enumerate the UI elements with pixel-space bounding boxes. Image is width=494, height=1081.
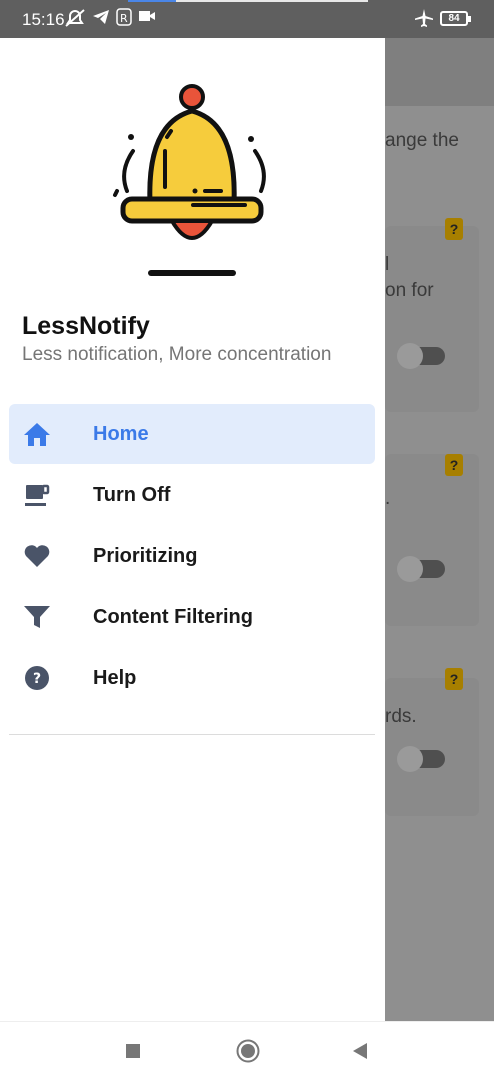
nav-item-label: Home: [93, 423, 149, 445]
filter-icon: [24, 606, 50, 628]
nav-item-turn-off[interactable]: Turn Off: [9, 465, 375, 525]
help-badge: ?: [445, 218, 463, 240]
status-line: [176, 0, 368, 2]
nav-item-label: Prioritizing: [93, 545, 198, 567]
background-text: l: [385, 254, 390, 275]
video-icon: [138, 8, 156, 29]
recents-icon[interactable]: [125, 1043, 141, 1059]
help-badge: ?: [445, 668, 463, 690]
svg-text:R: R: [120, 12, 128, 25]
nav-item-help[interactable]: ? Help: [9, 648, 375, 708]
status-bar: 15:16 R 84: [0, 0, 494, 38]
background-text: rds.: [385, 706, 417, 727]
bell-logo-icon: [113, 84, 266, 276]
back-icon[interactable]: [352, 1042, 368, 1060]
home-icon: [24, 423, 50, 446]
drawer-divider: [9, 734, 375, 735]
background-card: [385, 454, 479, 626]
nav-item-label: Content Filtering: [93, 606, 253, 628]
background-toggle: [397, 746, 445, 772]
coffee-cup-icon: [25, 484, 50, 506]
home-circle-icon[interactable]: [236, 1039, 260, 1063]
system-nav-bar: [0, 1021, 494, 1081]
background-card: [385, 226, 479, 412]
nav-item-content-filtering[interactable]: Content Filtering: [9, 587, 375, 647]
help-badge: ?: [445, 454, 463, 476]
status-highlight: [128, 0, 176, 2]
status-time: 15:16: [22, 10, 65, 29]
app-tagline: Less notification, More concentration: [22, 344, 332, 365]
background-text: ange the: [385, 130, 459, 151]
svg-text:?: ?: [33, 671, 41, 687]
nav-item-home[interactable]: Home: [9, 404, 375, 464]
mute-icon: [64, 8, 86, 33]
nav-item-label: Turn Off: [93, 484, 171, 506]
background-toggle: [397, 556, 445, 582]
background-app: ange the ? l on for ? . ? rds.: [385, 38, 494, 1021]
airplane-icon: [414, 8, 434, 33]
app-title: LessNotify: [22, 312, 150, 340]
background-text: .: [385, 488, 391, 509]
background-text: on for: [385, 280, 434, 301]
heart-icon: [24, 545, 50, 567]
help-icon: ?: [25, 666, 49, 690]
navigation-drawer: LessNotify Less notification, More conce…: [0, 38, 385, 1021]
background-appbar: [385, 38, 494, 106]
telegram-icon: [92, 8, 110, 31]
background-card: [385, 678, 479, 816]
battery-icon: 84: [440, 11, 471, 26]
nav-item-prioritizing[interactable]: Prioritizing: [9, 526, 375, 586]
nav-item-label: Help: [93, 667, 137, 689]
r-icon: R: [116, 8, 132, 31]
background-toggle: [397, 343, 445, 369]
